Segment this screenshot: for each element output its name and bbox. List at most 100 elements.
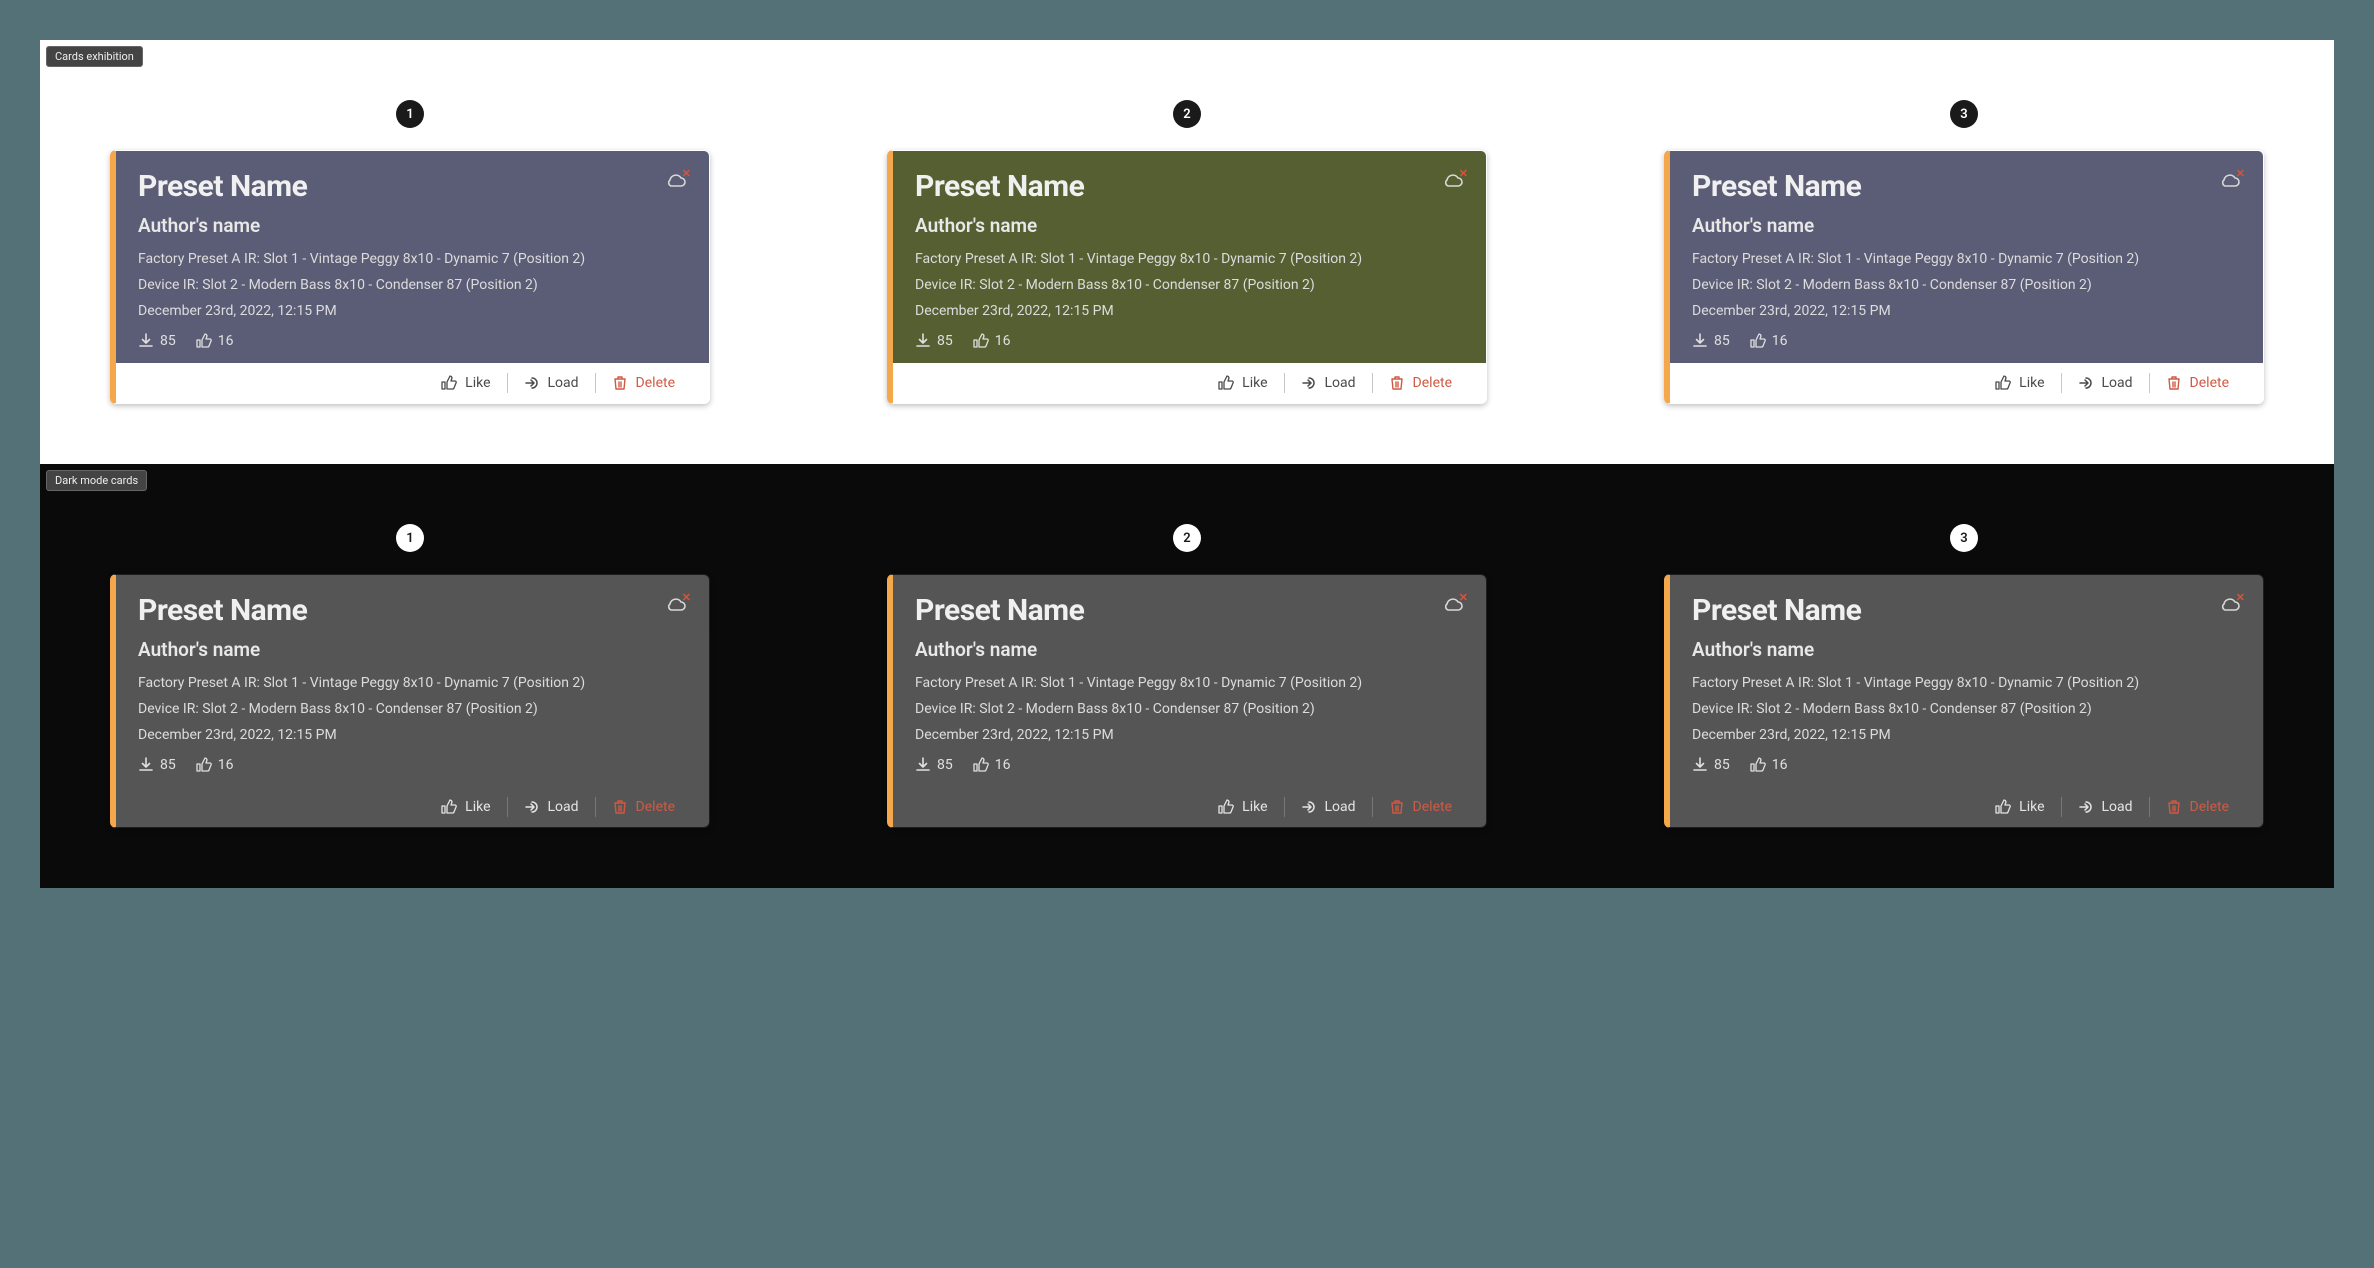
likes-count: 16 <box>1772 333 1788 349</box>
delete-button[interactable]: Delete <box>2150 373 2245 393</box>
cloud-offline-icon: ✕ <box>1442 597 1464 613</box>
load-button[interactable]: Load <box>2062 373 2149 393</box>
like-button[interactable]: Like <box>425 797 506 817</box>
load-button[interactable]: Load <box>508 373 595 393</box>
thumb-icon <box>441 799 457 815</box>
downloads-stat: 85 <box>915 333 953 349</box>
like-button[interactable]: Like <box>1202 373 1283 393</box>
thumb-icon <box>1995 799 2011 815</box>
like-button[interactable]: Like <box>1202 797 1283 817</box>
downloads-count: 85 <box>1714 333 1730 349</box>
like-button[interactable]: Like <box>1979 373 2060 393</box>
delete-button[interactable]: Delete <box>596 797 691 817</box>
load-button[interactable]: Load <box>2062 797 2149 817</box>
likes-stat: 16 <box>973 757 1011 773</box>
detail-line-2: Device IR: Slot 2 - Modern Bass 8x10 - C… <box>138 701 687 717</box>
card-footer: Like Load Delete <box>893 363 1486 403</box>
delete-label: Delete <box>1413 375 1452 391</box>
card-footer: Like Load Delete <box>1670 363 2263 403</box>
card-index-badge: 3 <box>1950 524 1978 552</box>
card-index-badge: 1 <box>396 524 424 552</box>
author-name: Author's name <box>915 214 1464 237</box>
detail-line-1: Factory Preset A IR: Slot 1 - Vintage Pe… <box>915 251 1464 267</box>
load-button[interactable]: Load <box>1285 797 1372 817</box>
thumb-icon <box>1218 375 1234 391</box>
trash-icon <box>1389 375 1405 391</box>
preset-title: Preset Name <box>1692 593 1861 628</box>
card-index-badge: 2 <box>1173 100 1201 128</box>
like-button[interactable]: Like <box>1979 797 2060 817</box>
detail-line-2: Device IR: Slot 2 - Modern Bass 8x10 - C… <box>1692 277 2241 293</box>
thumb-icon <box>196 757 212 773</box>
delete-button[interactable]: Delete <box>596 373 691 393</box>
likes-stat: 16 <box>1750 757 1788 773</box>
cards-row: 1 Preset Name ✕ Author's name Factory Pr… <box>110 100 2264 404</box>
like-label: Like <box>465 375 490 391</box>
card-footer: Like Load Delete <box>116 787 709 827</box>
trash-icon <box>612 799 628 815</box>
delete-button[interactable]: Delete <box>2150 797 2245 817</box>
preset-title: Preset Name <box>138 593 307 628</box>
downloads-count: 85 <box>1714 757 1730 773</box>
like-label: Like <box>1242 375 1267 391</box>
like-button[interactable]: Like <box>425 373 506 393</box>
load-label: Load <box>2102 375 2133 391</box>
author-name: Author's name <box>138 214 687 237</box>
trash-icon <box>2166 799 2182 815</box>
author-name: Author's name <box>1692 214 2241 237</box>
likes-count: 16 <box>218 757 234 773</box>
author-name: Author's name <box>1692 638 2241 661</box>
like-label: Like <box>2019 375 2044 391</box>
detail-line-2: Device IR: Slot 2 - Modern Bass 8x10 - C… <box>1692 701 2241 717</box>
cloud-offline-icon: ✕ <box>2219 597 2241 613</box>
preset-title: Preset Name <box>915 593 1084 628</box>
preset-card: Preset Name ✕ Author's name Factory Pres… <box>110 574 710 828</box>
card-footer: Like Load Delete <box>893 787 1486 827</box>
cloud-x-icon: ✕ <box>682 591 691 604</box>
detail-line-2: Device IR: Slot 2 - Modern Bass 8x10 - C… <box>915 277 1464 293</box>
likes-count: 16 <box>995 333 1011 349</box>
detail-line-1: Factory Preset A IR: Slot 1 - Vintage Pe… <box>138 251 687 267</box>
downloads-count: 85 <box>937 333 953 349</box>
download-icon <box>915 757 931 773</box>
load-icon <box>1301 375 1317 391</box>
download-icon <box>915 333 931 349</box>
section-label: Cards exhibition <box>46 46 143 67</box>
preset-title: Preset Name <box>915 169 1084 204</box>
preset-card: Preset Name ✕ Author's name Factory Pres… <box>1664 150 2264 404</box>
cloud-offline-icon: ✕ <box>2219 173 2241 189</box>
detail-line-1: Factory Preset A IR: Slot 1 - Vintage Pe… <box>1692 675 2241 691</box>
likes-stat: 16 <box>196 333 234 349</box>
load-button[interactable]: Load <box>1285 373 1372 393</box>
delete-button[interactable]: Delete <box>1373 797 1468 817</box>
likes-count: 16 <box>1772 757 1788 773</box>
likes-stat: 16 <box>196 757 234 773</box>
load-icon <box>524 799 540 815</box>
detail-line-1: Factory Preset A IR: Slot 1 - Vintage Pe… <box>1692 251 2241 267</box>
download-icon <box>138 757 154 773</box>
thumb-icon <box>1995 375 2011 391</box>
detail-line-2: Device IR: Slot 2 - Modern Bass 8x10 - C… <box>138 277 687 293</box>
author-name: Author's name <box>915 638 1464 661</box>
cloud-x-icon: ✕ <box>2236 167 2245 180</box>
downloads-count: 85 <box>160 757 176 773</box>
downloads-stat: 85 <box>915 757 953 773</box>
preset-title: Preset Name <box>1692 169 1861 204</box>
download-icon <box>1692 333 1708 349</box>
load-button[interactable]: Load <box>508 797 595 817</box>
thumb-icon <box>973 333 989 349</box>
delete-button[interactable]: Delete <box>1373 373 1468 393</box>
detail-date: December 23rd, 2022, 12:15 PM <box>1692 727 2241 743</box>
load-label: Load <box>1325 375 1356 391</box>
downloads-stat: 85 <box>138 757 176 773</box>
load-label: Load <box>548 799 579 815</box>
likes-stat: 16 <box>1750 333 1788 349</box>
detail-line-2: Device IR: Slot 2 - Modern Bass 8x10 - C… <box>915 701 1464 717</box>
likes-count: 16 <box>995 757 1011 773</box>
card-footer: Like Load Delete <box>116 363 709 403</box>
cards-row: 1 Preset Name ✕ Author's name Factory Pr… <box>110 524 2264 828</box>
load-icon <box>2078 375 2094 391</box>
trash-icon <box>612 375 628 391</box>
trash-icon <box>2166 375 2182 391</box>
downloads-stat: 85 <box>138 333 176 349</box>
